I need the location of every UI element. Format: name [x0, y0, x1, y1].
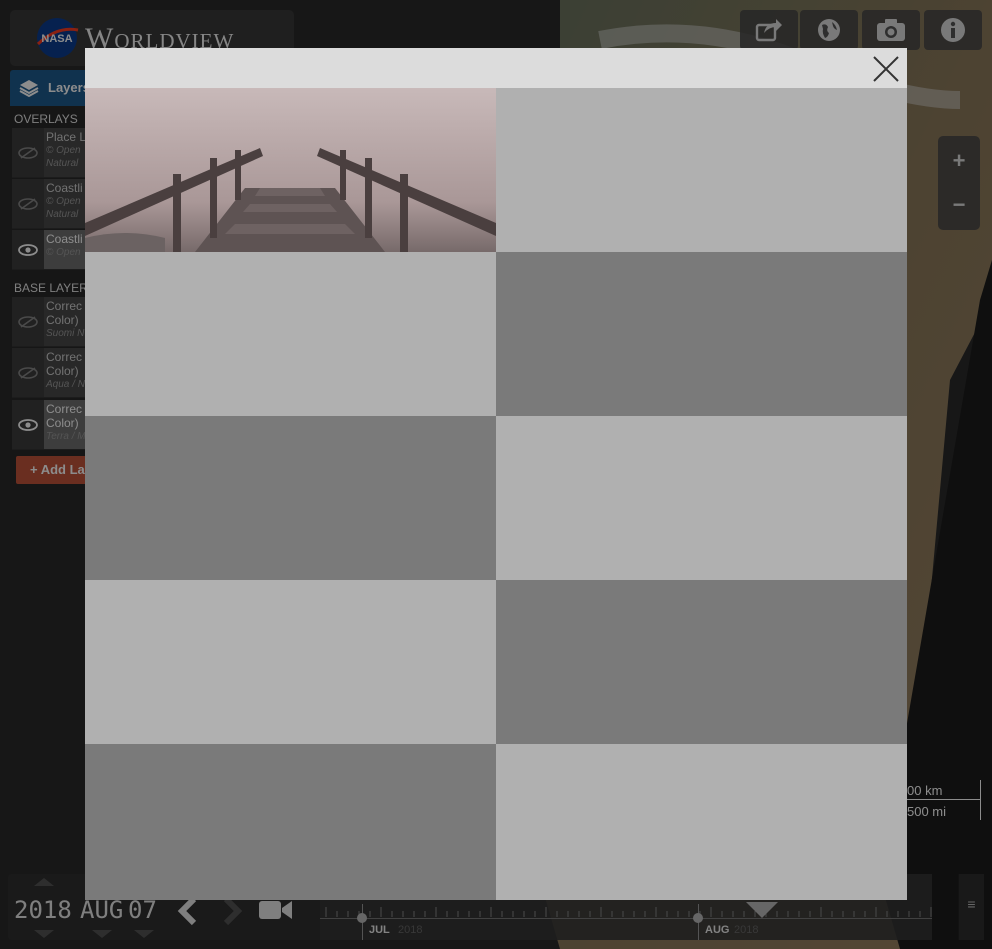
gallery-image-placeholder[interactable]: [85, 580, 496, 744]
gallery-image-placeholder[interactable]: [496, 744, 907, 900]
gallery-image-placeholder[interactable]: [496, 252, 907, 416]
gallery-image-placeholder[interactable]: [496, 88, 907, 252]
gallery-image[interactable]: [85, 88, 496, 252]
close-icon[interactable]: [871, 54, 901, 84]
image-grid: [85, 88, 907, 900]
gallery-image-placeholder[interactable]: [496, 416, 907, 580]
gallery-image-placeholder[interactable]: [496, 580, 907, 744]
gallery-image-placeholder[interactable]: [85, 744, 496, 900]
gallery-image-placeholder[interactable]: [85, 252, 496, 416]
gallery-image-placeholder[interactable]: [85, 416, 496, 580]
modal-header: [85, 48, 907, 88]
stairs-photo: [85, 88, 496, 252]
image-gallery-modal: [85, 48, 907, 900]
